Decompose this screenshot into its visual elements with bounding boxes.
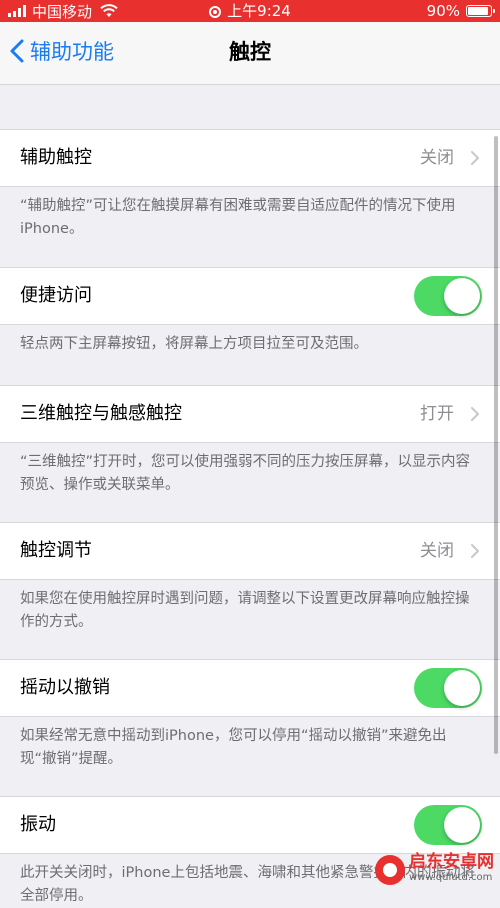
status-bar: 中国移动 上午9:24 90% [0, 0, 500, 22]
section-footer: “辅助触控”可让您在触摸屏幕有困难或需要自适应配件的情况下使用iPhone。 [20, 198, 456, 237]
scrollbar[interactable] [494, 136, 498, 754]
touch-accommodations-row[interactable]: 触控调节 关闭 [0, 522, 500, 580]
shake-to-undo-row: 摇动以撤销 [0, 659, 500, 717]
assistive-touch-row[interactable]: 辅助触控 关闭 [0, 129, 500, 187]
chevron-right-icon [471, 544, 479, 558]
vibration-row: 振动 [0, 796, 500, 854]
row-label: 三维触控与触感触控 [20, 403, 182, 424]
screen-recording-icon [209, 5, 222, 18]
section-footer: “三维触控”打开时，您可以使用强弱不同的压力按压屏幕，以显示内容预览、操作或关联… [20, 454, 471, 493]
chevron-right-icon [471, 151, 479, 165]
navigation-bar: 辅助功能 触控 [0, 22, 500, 85]
row-label: 便捷访问 [20, 285, 92, 306]
watermark-url: www.qdlutd.com [409, 872, 493, 883]
section-footer: 如果经常无意中摇动到iPhone，您可以停用“摇动以撤销”来避免出现“撤销”提醒… [20, 728, 447, 767]
reachability-row: 便捷访问 [0, 267, 500, 325]
watermark-logo-icon [375, 855, 405, 885]
row-value: 打开 [420, 404, 454, 424]
page-title: 触控 [229, 40, 271, 64]
shake-to-undo-toggle[interactable] [414, 668, 482, 708]
row-label: 振动 [20, 814, 56, 835]
section-footer: 如果您在使用触控屏时遇到问题，请调整以下设置更改屏幕响应触控操作的方式。 [20, 591, 470, 630]
reachability-toggle[interactable] [414, 276, 482, 316]
battery-percent: 90% [426, 2, 460, 20]
row-label: 摇动以撤销 [20, 677, 110, 698]
status-time: 上午9:24 [227, 2, 291, 20]
vibration-toggle[interactable] [414, 805, 482, 845]
row-value: 关闭 [420, 541, 454, 561]
battery-icon [466, 5, 495, 17]
watermark: 启东安卓网 www.qdlutd.com [375, 852, 494, 885]
row-label: 触控调节 [20, 540, 92, 561]
watermark-name: 启东安卓网 [409, 852, 494, 872]
section-footer: 轻点两下主屏幕按钮，将屏幕上方项目拉至可及范围。 [20, 336, 368, 352]
row-label: 辅助触控 [20, 147, 92, 168]
chevron-right-icon [471, 407, 479, 421]
row-value: 关闭 [420, 148, 454, 168]
3d-touch-row[interactable]: 三维触控与触感触控 打开 [0, 385, 500, 443]
